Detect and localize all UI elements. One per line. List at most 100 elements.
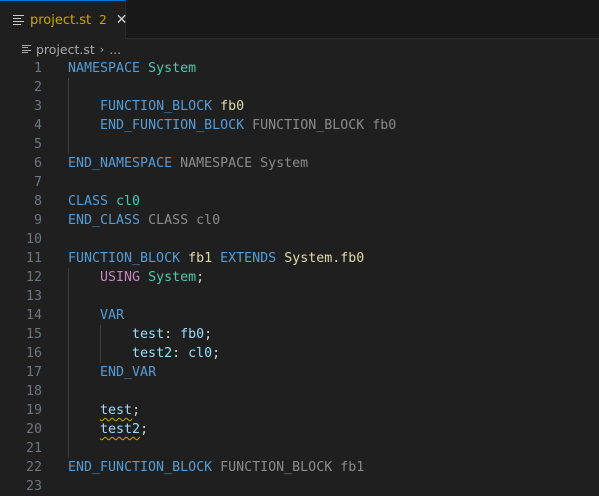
inline-hint: NAMESPACE System: [180, 156, 309, 171]
code-text: NAMESPACE System: [68, 59, 599, 78]
indent-guide: [68, 287, 69, 306]
code-token: ;: [196, 270, 205, 285]
code-token: END_NAMESPACE: [68, 156, 173, 171]
line-number: 13: [25, 289, 42, 304]
code-line[interactable]: 2: [0, 78, 599, 97]
code-line[interactable]: 11 FUNCTION_BLOCK fb1 EXTENDS System.fb0: [0, 249, 599, 268]
code-token: ;: [140, 422, 149, 437]
code-token: ;: [204, 327, 213, 342]
code-line[interactable]: 12 USING System;: [0, 268, 599, 287]
line-number: 14: [25, 308, 42, 323]
indent-guide: [68, 268, 69, 287]
line-number: 6: [33, 156, 42, 171]
problems-count-badge: 2: [99, 13, 107, 27]
code-line[interactable]: 1 NAMESPACE System: [0, 59, 599, 78]
code-line[interactable]: 16 test2: cl0;: [0, 344, 599, 363]
code-token: ;: [132, 403, 141, 418]
code-line[interactable]: 13: [0, 287, 599, 306]
indent-guide: [68, 439, 69, 458]
code-token: :: [172, 346, 189, 361]
code-token: test: [132, 327, 165, 342]
indent-guide: [68, 363, 69, 382]
code-line[interactable]: 6 END_NAMESPACE NAMESPACE System: [0, 154, 599, 173]
code-line[interactable]: 8 CLASS cl0: [0, 192, 599, 211]
code-line[interactable]: 22 END_FUNCTION_BLOCK FUNCTION_BLOCK fb1: [0, 458, 599, 477]
tab-project-st[interactable]: project.st 2 ✕: [0, 0, 128, 39]
code-text: test;: [68, 401, 599, 420]
code-token: ;: [212, 346, 221, 361]
code-token: FUNCTION_BLOCK: [100, 99, 213, 114]
inline-hint: CLASS cl0: [148, 213, 221, 228]
tab-bar: project.st 2 ✕: [0, 0, 599, 39]
code-line[interactable]: 21: [0, 439, 599, 458]
line-number: 17: [25, 365, 42, 380]
code-line[interactable]: 4 END_FUNCTION_BLOCK FUNCTION_BLOCK fb0: [0, 116, 599, 135]
code-line[interactable]: 18: [0, 382, 599, 401]
code-text: test: fb0;: [68, 325, 599, 344]
line-number: 21: [25, 441, 42, 456]
code-text: FUNCTION_BLOCK fb1 EXTENDS System.fb0: [68, 249, 599, 268]
inline-hint: FUNCTION_BLOCK fb0: [252, 118, 397, 133]
line-number: 2: [33, 80, 42, 95]
code-token: System: [284, 251, 333, 266]
line-number: 7: [33, 175, 42, 190]
indent-guide: [68, 401, 69, 420]
indent-guide: [68, 116, 69, 135]
indent-guide: [68, 135, 69, 154]
code-line[interactable]: 5: [0, 135, 599, 154]
code-line[interactable]: 7: [0, 173, 599, 192]
code-token: EXTENDS: [220, 251, 277, 266]
code-text: test2;: [68, 420, 599, 439]
code-line[interactable]: 10: [0, 230, 599, 249]
code-token: test2: [132, 346, 173, 361]
line-number: 10: [25, 232, 42, 247]
code-token: fb0: [340, 251, 365, 266]
line-number: 15: [25, 327, 42, 342]
code-line[interactable]: 15 test: fb0;: [0, 325, 599, 344]
breadcrumb-file[interactable]: project.st: [36, 42, 95, 57]
code-line[interactable]: 20 test2;: [0, 420, 599, 439]
code-token: END_FUNCTION_BLOCK: [68, 460, 213, 475]
code-text: [68, 78, 599, 97]
code-line[interactable]: 17 END_VAR: [0, 363, 599, 382]
file-lines-icon: [13, 15, 24, 25]
code-text: FUNCTION_BLOCK fb0: [68, 97, 599, 116]
indent-guide: [68, 78, 69, 97]
code-token: END_FUNCTION_BLOCK: [100, 118, 245, 133]
code-editor[interactable]: 1 NAMESPACE System 2 3 FUNCTION_BLOCK fb0 4 …: [0, 59, 599, 496]
code-line[interactable]: 3 FUNCTION_BLOCK fb0: [0, 97, 599, 116]
tab-label: project.st: [30, 12, 92, 28]
line-number: 1: [33, 61, 42, 76]
line-number: 4: [33, 118, 42, 133]
chevron-right-icon: ›: [99, 42, 105, 56]
indent-guide: [68, 344, 69, 363]
close-icon[interactable]: ✕: [116, 12, 128, 28]
code-token: test: [100, 403, 133, 418]
code-text: test2: cl0;: [68, 344, 599, 363]
indent-guide: [68, 97, 69, 116]
line-number: 20: [25, 422, 42, 437]
code-text: END_FUNCTION_BLOCK FUNCTION_BLOCK fb0: [68, 116, 599, 135]
code-line[interactable]: 14 VAR: [0, 306, 599, 325]
code-text: [68, 287, 599, 306]
line-number: 23: [25, 479, 42, 494]
code-token: fb0: [180, 327, 205, 342]
code-line[interactable]: 19 test;: [0, 401, 599, 420]
code-line[interactable]: 23: [0, 477, 599, 496]
code-token: CLASS: [68, 194, 109, 209]
code-line[interactable]: 9 END_CLASS CLASS cl0: [0, 211, 599, 230]
code-token: cl0: [188, 346, 213, 361]
code-token: NAMESPACE: [68, 61, 141, 76]
code-text: END_FUNCTION_BLOCK FUNCTION_BLOCK fb1: [68, 458, 599, 477]
breadcrumb-more[interactable]: ...: [109, 42, 121, 57]
